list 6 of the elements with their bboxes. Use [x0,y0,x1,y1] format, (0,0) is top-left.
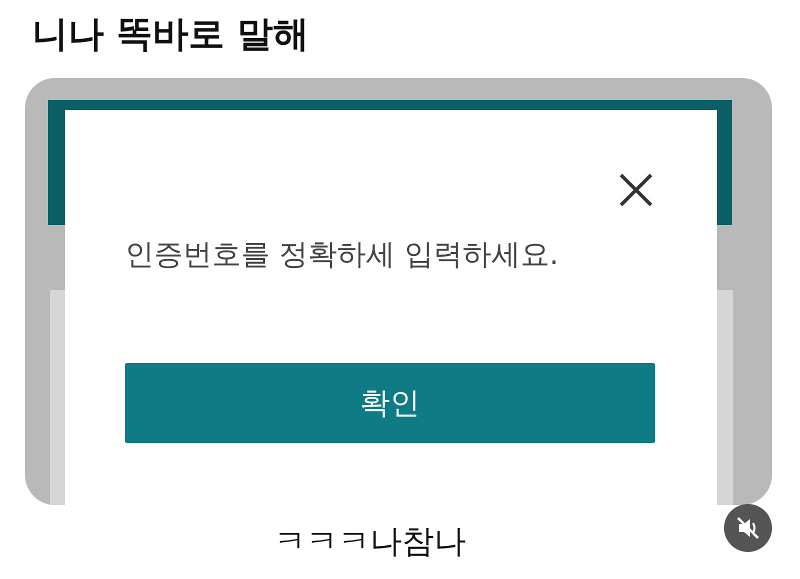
post-title: 니나 똑바로 말해 [32,13,310,57]
confirm-button[interactable]: 확인 [125,363,655,443]
mute-icon[interactable] [724,504,772,552]
dialog-message: 인증번호를 정확하세 입력하세요. [125,236,559,273]
close-icon[interactable] [618,172,654,208]
post-caption: ㅋㅋㅋ나참나 [274,521,466,562]
